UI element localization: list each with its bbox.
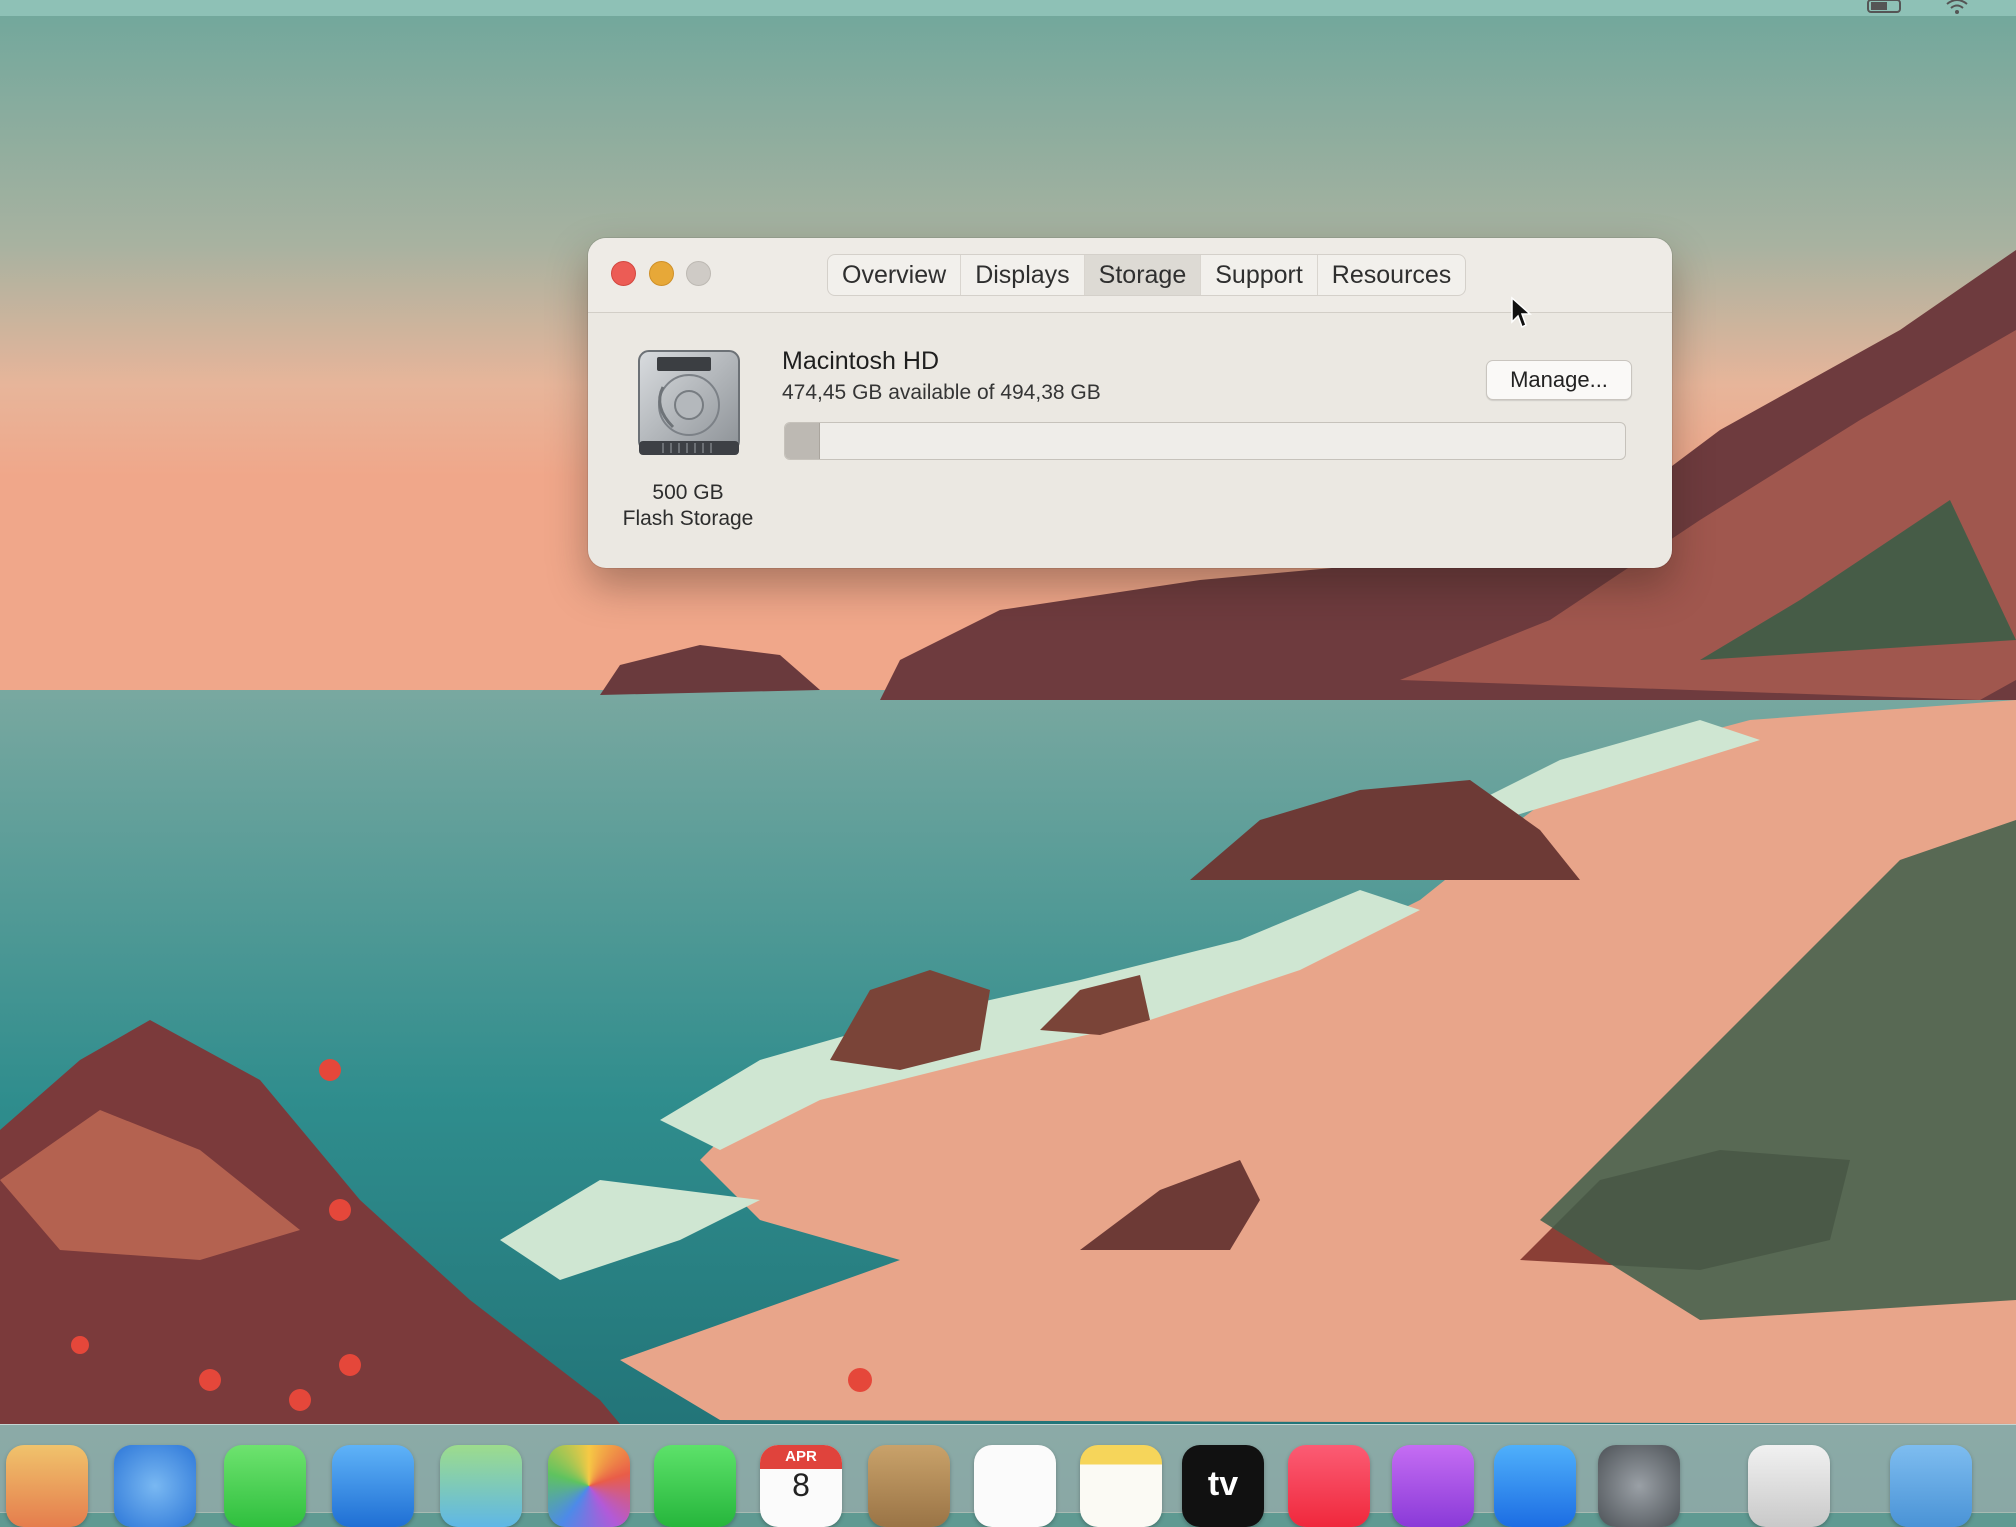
safari-icon[interactable] xyxy=(114,1445,196,1527)
contacts-icon[interactable] xyxy=(868,1445,950,1527)
tab-resources[interactable]: Resources xyxy=(1318,255,1465,295)
disk-capacity-label: 500 GB xyxy=(652,481,724,504)
zoom-button[interactable] xyxy=(686,261,711,286)
storage-usage-bar xyxy=(784,422,1626,460)
calendar-icon[interactable]: APR 8 xyxy=(760,1445,842,1527)
minimize-button[interactable] xyxy=(649,261,674,286)
launchpad-icon[interactable] xyxy=(6,1445,88,1527)
tab-displays[interactable]: Displays xyxy=(961,255,1085,295)
tab-bar: Overview Displays Storage Support Resour… xyxy=(827,254,1467,296)
maps-icon[interactable] xyxy=(440,1445,522,1527)
mail-icon[interactable] xyxy=(332,1445,414,1527)
battery-icon[interactable] xyxy=(1866,0,1906,14)
tab-overview[interactable]: Overview xyxy=(828,255,962,295)
calendar-day: 8 xyxy=(792,1467,810,1503)
disk-type-label: Flash Storage xyxy=(622,507,754,530)
photos-icon[interactable] xyxy=(548,1445,630,1527)
reminders-icon[interactable] xyxy=(974,1445,1056,1527)
close-button[interactable] xyxy=(611,261,636,286)
manage-button[interactable]: Manage... xyxy=(1486,360,1632,400)
storage-used-segment xyxy=(785,423,820,459)
calendar-month: APR xyxy=(760,1445,842,1469)
desktop-wallpaper xyxy=(0,0,2016,1512)
volume-availability: 474,45 GB available of 494,38 GB xyxy=(782,381,1101,404)
dock: APR 8 tv xyxy=(0,1424,2016,1527)
system-information-icon[interactable] xyxy=(1748,1445,1830,1527)
storage-panel: 500 GB Flash Storage Macintosh HD 474,45… xyxy=(588,313,1672,568)
messages-icon[interactable] xyxy=(224,1445,306,1527)
apple-tv-icon[interactable]: tv xyxy=(1182,1445,1264,1527)
app-store-icon[interactable] xyxy=(1494,1445,1576,1527)
tab-support[interactable]: Support xyxy=(1201,255,1318,295)
notes-icon[interactable] xyxy=(1080,1445,1162,1527)
pointer-cursor-icon xyxy=(1511,296,1532,329)
menu-bar xyxy=(0,0,2016,16)
apple-tv-label: tv xyxy=(1207,1465,1239,1503)
hard-disk-icon xyxy=(638,350,740,455)
wifi-icon[interactable] xyxy=(1944,0,1970,14)
facetime-icon[interactable] xyxy=(654,1445,736,1527)
about-this-mac-window: Overview Displays Storage Support Resour… xyxy=(588,238,1672,568)
music-icon[interactable] xyxy=(1288,1445,1370,1527)
podcasts-icon[interactable] xyxy=(1392,1445,1474,1527)
downloads-folder-icon[interactable] xyxy=(1890,1445,1972,1527)
tab-storage[interactable]: Storage xyxy=(1084,255,1202,295)
volume-name: Macintosh HD xyxy=(782,347,939,375)
system-settings-icon[interactable] xyxy=(1598,1445,1680,1527)
